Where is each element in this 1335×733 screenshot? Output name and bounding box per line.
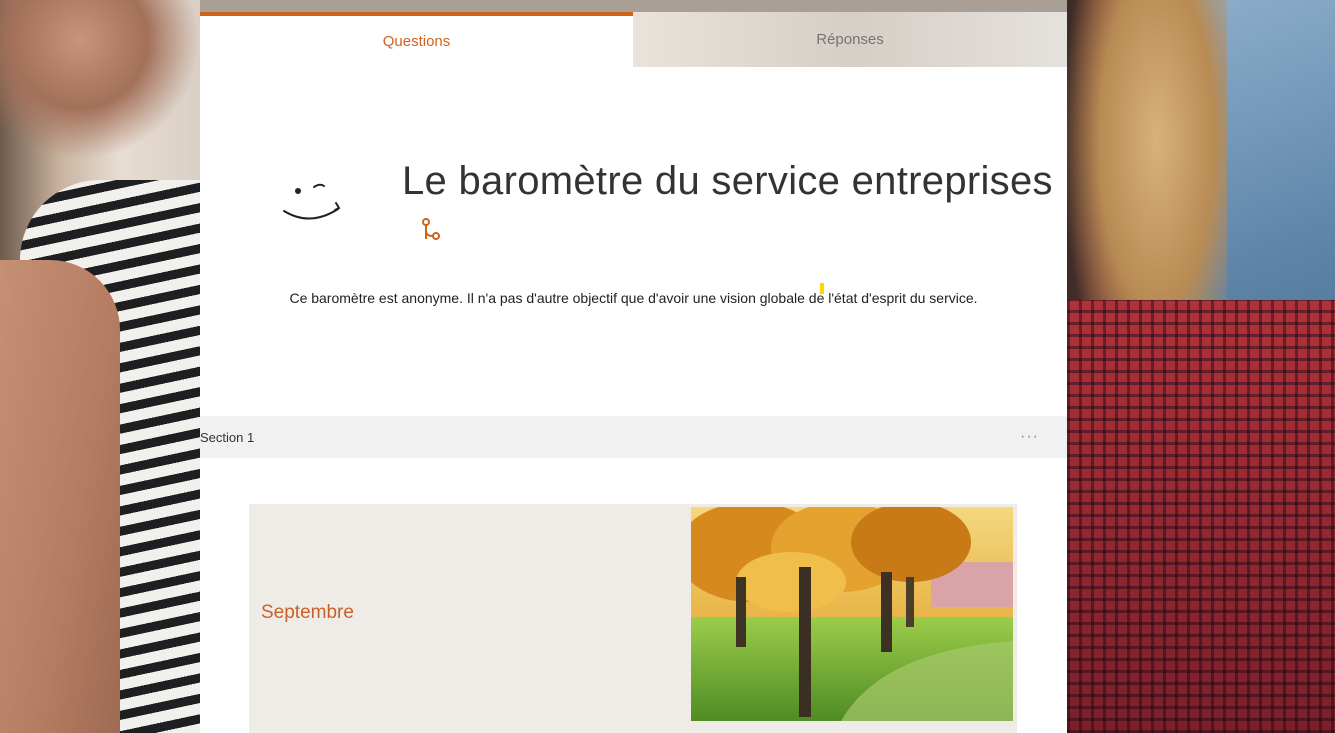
autumn-trees-image	[691, 507, 1013, 721]
tab-bar: Questions Réponses	[200, 12, 1067, 67]
smiley-icon	[283, 183, 341, 220]
card-title: Septembre	[261, 602, 354, 623]
tab-questions[interactable]: Questions	[200, 12, 633, 67]
more-options-icon[interactable]: ···	[1020, 428, 1039, 446]
form-header: Le baromètre du service entreprises Ce b…	[200, 67, 1067, 416]
section-title: Section 1	[200, 429, 255, 445]
tab-responses[interactable]: Réponses	[633, 12, 1067, 67]
section-header[interactable]: Section 1 ···	[200, 416, 1067, 458]
branching-icon[interactable]	[420, 217, 442, 243]
form-panel: Questions Réponses Le baromètre du servi…	[200, 12, 1067, 733]
tab-questions-label: Questions	[382, 33, 451, 50]
question-card[interactable]: Septembre	[249, 504, 1017, 733]
form-description[interactable]: Ce baromètre est anonyme. Il n'a pas d'a…	[200, 290, 1067, 306]
form-title[interactable]: Le baromètre du service entreprises	[402, 159, 1053, 204]
background-plaid-shirt	[1067, 300, 1335, 733]
background-person-left	[0, 0, 200, 160]
tab-responses-label: Réponses	[816, 31, 884, 48]
background-arm	[0, 260, 120, 733]
